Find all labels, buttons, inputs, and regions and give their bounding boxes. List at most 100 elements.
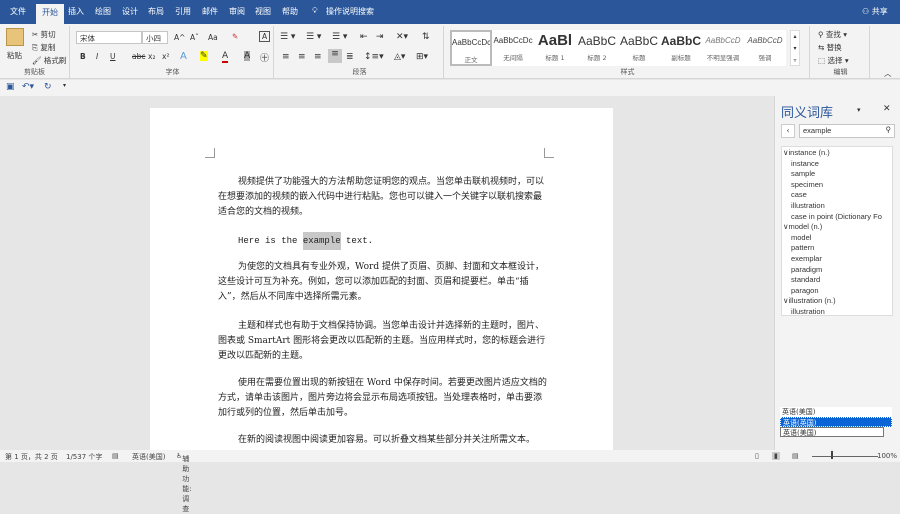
language-select[interactable]: 英语(美国) <box>780 427 884 437</box>
tab-design[interactable]: 设计 <box>122 6 138 17</box>
font-size-combo[interactable]: 小四 <box>142 31 168 44</box>
save-icon[interactable]: ▣ <box>6 82 15 92</box>
accessibility-status[interactable]: ♿︎ 辅助功能: 调查 <box>176 452 192 513</box>
list-item[interactable]: pattern <box>782 243 892 254</box>
word-count[interactable]: 1/537 个字 <box>66 452 102 462</box>
sort-icon[interactable]: ⇅ <box>422 32 430 42</box>
group-header[interactable]: ∨model (n.) <box>782 222 892 233</box>
language-dropdown[interactable]: 英语(美国) 英语(英国) 英语(美国) <box>780 407 892 437</box>
list-item[interactable]: illustration <box>782 307 892 318</box>
style-no-spacing[interactable]: AaBbCcDc 无间隔 <box>492 30 534 66</box>
paragraph[interactable]: 在新的阅读视图中阅读更加容易。可以折叠文档某些部分并关注所需文本。 <box>218 433 548 448</box>
list-item[interactable]: model <box>782 233 892 244</box>
redo-icon[interactable]: ↻ <box>44 82 52 92</box>
selected-word[interactable]: example <box>302 232 341 250</box>
align-left-icon[interactable]: ≡ <box>282 52 290 62</box>
align-center-icon[interactable]: ≡ <box>298 52 306 62</box>
search-icon[interactable]: ⚲ <box>886 125 892 134</box>
char-border-button[interactable]: A <box>259 31 271 42</box>
shrink-font-button[interactable]: Aˇ <box>190 33 199 42</box>
find-button[interactable]: ⚲ 查找 ▾ <box>818 29 847 40</box>
tab-review[interactable]: 审阅 <box>229 6 245 17</box>
thesaurus-search-input[interactable]: example ⚲ <box>799 124 895 138</box>
list-item[interactable]: illustration <box>782 201 892 212</box>
change-case-button[interactable]: Aa <box>208 33 218 42</box>
print-layout-icon[interactable]: ▮ <box>772 452 780 460</box>
list-item[interactable]: case in point (Dictionary Fo <box>782 212 892 223</box>
decrease-indent-icon[interactable]: ⇤ <box>360 32 368 42</box>
tab-help[interactable]: 帮助 <box>282 6 298 17</box>
language-status[interactable]: 英语(美国) <box>132 452 165 462</box>
customize-qat-icon[interactable]: ▾ <box>63 82 66 89</box>
proofing-icon[interactable]: ▤ <box>112 452 119 460</box>
list-item[interactable]: case <box>782 190 892 201</box>
shading-icon[interactable]: ◬▾ <box>394 52 405 62</box>
list-item[interactable]: specimen <box>782 180 892 191</box>
grow-font-button[interactable]: A^ <box>174 33 185 42</box>
read-mode-icon[interactable]: ▯ <box>755 452 759 460</box>
list-item[interactable]: instance <box>782 159 892 170</box>
paste-icon[interactable] <box>6 28 24 46</box>
distribute-icon[interactable]: ≣ <box>346 52 354 62</box>
cut-button[interactable]: ✂ 剪切 <box>32 29 56 40</box>
list-item[interactable]: standard <box>782 275 892 286</box>
share-button[interactable]: ⚇ 共享 <box>862 6 888 17</box>
tell-me-search[interactable]: 操作说明搜索 <box>326 6 374 17</box>
zoom-level[interactable]: 100% <box>877 452 897 460</box>
style-heading-1[interactable]: AaBl 标题 1 <box>534 30 576 66</box>
select-button[interactable]: ⬚ 选择 ▾ <box>818 55 849 66</box>
replace-button[interactable]: ⇆ 替换 <box>818 42 842 53</box>
zoom-slider-thumb[interactable] <box>831 451 833 459</box>
multilevel-list-icon[interactable]: ☰ ▾ <box>332 32 347 42</box>
justify-icon[interactable]: ≡ <box>328 49 342 63</box>
collapse-ribbon-icon[interactable]: ︿ <box>884 68 892 79</box>
italic-button[interactable]: I <box>96 52 98 61</box>
styles-scroll[interactable]: ▴ ▾ ▿ <box>790 30 800 66</box>
list-item[interactable]: sample <box>782 169 892 180</box>
char-shading-icon[interactable]: A <box>244 51 251 61</box>
format-painter-button[interactable]: 🖌︎ 格式刷 <box>32 55 66 66</box>
document-page[interactable]: 视频提供了功能强大的方法帮助您证明您的观点。当您单击联机视频时，可以在想要添加的… <box>150 108 613 450</box>
group-header[interactable]: ∨instance (n.) <box>782 148 892 159</box>
pane-options-icon[interactable]: ▾ <box>857 106 861 114</box>
back-button[interactable]: ‹ <box>781 124 795 138</box>
undo-icon[interactable]: ↶▾ <box>22 82 34 92</box>
increase-indent-icon[interactable]: ⇥ <box>376 32 384 42</box>
language-option-selected[interactable]: 英语(英国) <box>780 417 892 427</box>
subscript-button[interactable]: x₂ <box>148 52 155 61</box>
borders-icon[interactable]: ⊞▾ <box>416 52 428 62</box>
bold-button[interactable]: B <box>80 52 86 61</box>
paragraph[interactable]: 为使您的文档具有专业外观，Word 提供了页眉、页脚、封面和文本框设计，这些设计… <box>218 260 548 305</box>
paragraph[interactable]: 使用在需要位置出现的新按钮在 Word 中保存时间。若要更改图片适应文档的方式，… <box>218 376 548 421</box>
style-heading-2[interactable]: AaBbC 标题 2 <box>576 30 618 66</box>
tab-draw[interactable]: 绘图 <box>95 6 111 17</box>
asian-layout-icon[interactable]: ✕▾ <box>396 32 408 42</box>
text-effects-icon[interactable]: A <box>180 51 187 62</box>
style-title[interactable]: AaBbC 标题 <box>618 30 660 66</box>
style-normal[interactable]: AaBbCcDc 正文 <box>450 30 492 66</box>
highlight-icon[interactable]: ✎ <box>200 51 208 61</box>
line-spacing-icon[interactable]: ↕≡▾ <box>364 52 384 62</box>
copy-button[interactable]: ⎘ 复制 <box>32 42 55 53</box>
tab-file[interactable]: 文件 <box>10 6 26 17</box>
tab-home[interactable]: 开始 <box>36 4 64 24</box>
zoom-slider[interactable] <box>812 456 878 457</box>
paragraph[interactable]: 视频提供了功能强大的方法帮助您证明您的观点。当您单击联机视频时，可以在想要添加的… <box>218 175 548 220</box>
tab-insert[interactable]: 插入 <box>68 6 84 17</box>
align-right-icon[interactable]: ≡ <box>314 52 322 62</box>
language-option[interactable]: 英语(美国) <box>780 407 892 417</box>
paragraph[interactable]: 主题和样式也有助于文档保持协调。当您单击设计并选择新的主题时，图片、图表或 Sm… <box>218 319 548 364</box>
page-count[interactable]: 第 1 页，共 2 页 <box>5 452 58 462</box>
bullets-icon[interactable]: ☰ ▾ <box>280 32 295 42</box>
style-subtitle[interactable]: AaBbC 副标题 <box>660 30 702 66</box>
superscript-button[interactable]: x² <box>162 52 169 61</box>
list-item[interactable]: paradigm <box>782 265 892 276</box>
numbering-icon[interactable]: ☰ ▾ <box>306 32 321 42</box>
close-icon[interactable]: ✕ <box>883 104 891 114</box>
tab-references[interactable]: 引用 <box>175 6 191 17</box>
font-name-combo[interactable]: 宋体 <box>76 31 142 44</box>
enclose-char-icon[interactable]: ㊉ <box>260 51 269 64</box>
tab-view[interactable]: 视图 <box>255 6 271 17</box>
clear-format-icon[interactable]: ✎ <box>232 32 238 41</box>
web-layout-icon[interactable]: ▤ <box>792 452 799 460</box>
